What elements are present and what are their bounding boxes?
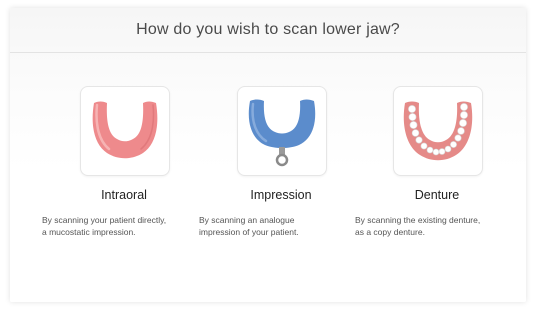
- scan-method-dialog: How do you wish to scan lower jaw? Intra…: [10, 8, 526, 302]
- impression-description-line-2: impression of your patient.: [199, 227, 299, 237]
- impression-tile[interactable]: [237, 86, 327, 176]
- denture-description-line-1: By scanning the existing denture,: [355, 215, 481, 225]
- impression-description: By scanning an analogue impression of yo…: [199, 214, 369, 238]
- denture-arch-icon: [403, 101, 473, 161]
- denture-option[interactable]: Denture By scanning the existing denture…: [355, 86, 515, 256]
- intraoral-label: Intraoral: [101, 188, 147, 202]
- denture-tile[interactable]: [393, 86, 483, 176]
- intraoral-description-line-2: a mucostatic impression.: [42, 227, 136, 237]
- impression-label: Impression: [250, 188, 312, 202]
- blue-impression-tray-icon: [248, 99, 316, 167]
- denture-description: By scanning the existing denture, as a c…: [355, 214, 525, 238]
- impression-description-line-1: By scanning an analogue: [199, 215, 295, 225]
- intraoral-option[interactable]: Intraoral By scanning your patient direc…: [42, 86, 202, 256]
- dialog-title: How do you wish to scan lower jaw?: [136, 21, 400, 38]
- intraoral-description-line-1: By scanning your patient directly,: [42, 215, 167, 225]
- denture-label: Denture: [414, 188, 460, 202]
- dialog-header: How do you wish to scan lower jaw?: [10, 8, 526, 53]
- impression-option[interactable]: Impression By scanning an analogue impre…: [199, 86, 359, 256]
- intraoral-tile[interactable]: [80, 86, 170, 176]
- denture-description-line-2: as a copy denture.: [355, 227, 425, 237]
- pink-gum-arch-icon: [92, 101, 158, 159]
- intraoral-description: By scanning your patient directly, a muc…: [42, 214, 212, 238]
